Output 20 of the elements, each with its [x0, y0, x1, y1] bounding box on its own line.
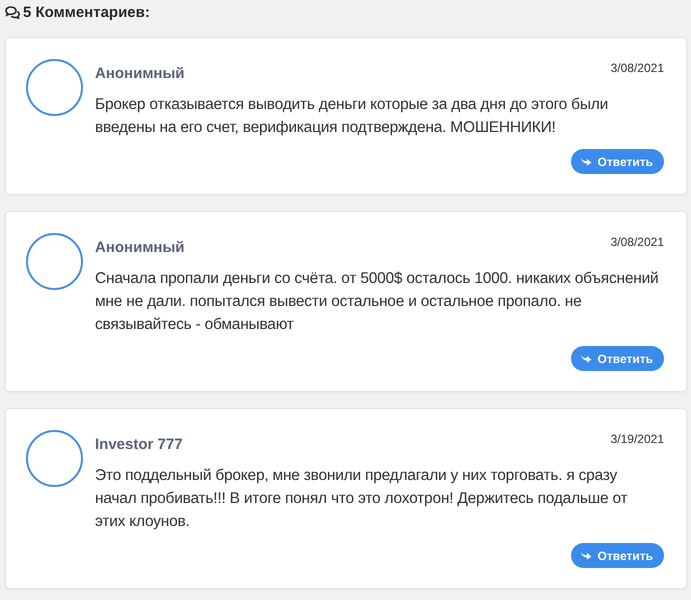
- comments-heading: 5 Комментариев:: [23, 4, 150, 20]
- reply-arrow-icon: [580, 551, 592, 560]
- reply-button[interactable]: Ответить: [570, 346, 664, 371]
- comment-text: Сначала пропали деньги со счёта. от 5000$ осталось 1000. никаких объяснений мне не дали. попытался вывести остальное и остальное пропало. не связывайтесь - обманывают: [95, 269, 660, 335]
- comment-date: 3/19/2021: [610, 432, 664, 446]
- comment-date: 3/08/2021: [610, 61, 664, 75]
- reply-arrow-icon: [580, 354, 592, 363]
- reply-button[interactable]: Ответить: [570, 149, 664, 174]
- avatar-icon: [26, 59, 83, 116]
- comment-text: Это поддельный брокер, мне звонили предлагали у них торговать. я сразу начал пробивать!!! В итоге понял что это лохотрон! Держитесь подальше от этих клоунов.: [95, 466, 628, 532]
- reply-arrow-icon: [580, 157, 592, 166]
- reply-button[interactable]: Ответить: [570, 543, 664, 568]
- comment-text: Брокер отказывается выводить деньги которые за два дня до этого были введены на его счет, верификация подтверждена. МОШЕННИКИ!: [95, 95, 610, 138]
- comment-date: 3/08/2021: [610, 235, 664, 249]
- avatar-icon: [26, 430, 83, 487]
- comment-author: Анонимный: [95, 65, 185, 82]
- comments-icon: [5, 6, 20, 18]
- avatar-icon: [26, 233, 83, 290]
- comment-author: Investor 777: [95, 436, 183, 453]
- comment-author: Анонимный: [95, 239, 185, 256]
